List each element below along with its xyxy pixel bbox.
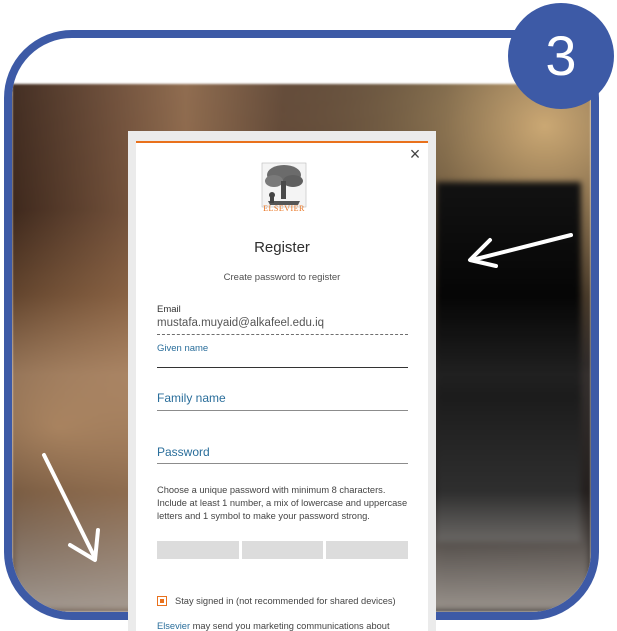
strength-segment bbox=[241, 541, 324, 559]
family-name-input[interactable] bbox=[157, 410, 408, 411]
stay-signed-in-option[interactable]: Stay signed in (not recommended for shar… bbox=[157, 596, 408, 606]
password-help-line: Include at least 1 number, a mix of lowe… bbox=[157, 498, 408, 508]
register-dialog: × ELSEVIER Register Create password to r… bbox=[128, 131, 436, 631]
given-name-input[interactable] bbox=[157, 367, 408, 368]
password-help-text: Choose a unique password with minimum 8 … bbox=[157, 484, 408, 523]
stay-signed-in-label: Stay signed in (not recommended for shar… bbox=[175, 596, 396, 606]
stay-signed-in-checkbox[interactable] bbox=[157, 596, 167, 606]
password-help-line: Choose a unique password with minimum 8 … bbox=[157, 485, 386, 495]
page-title: Register bbox=[254, 239, 310, 256]
background-monitor bbox=[436, 182, 581, 542]
close-icon[interactable]: × bbox=[406, 145, 424, 163]
password-input[interactable] bbox=[157, 463, 408, 464]
strength-segment bbox=[157, 541, 239, 559]
email-label: Email bbox=[157, 304, 181, 315]
given-name-label: Given name bbox=[157, 343, 209, 354]
family-name-label[interactable]: Family name bbox=[157, 391, 408, 405]
page-subtitle: Create password to register bbox=[223, 272, 341, 283]
strength-segment bbox=[326, 541, 409, 559]
password-strength-meter bbox=[157, 541, 409, 559]
password-label[interactable]: Password bbox=[157, 445, 408, 459]
email-field: mustafa.muyaid@alkafeel.edu.iq bbox=[157, 317, 408, 335]
register-dialog-panel: × ELSEVIER Register Create password to r… bbox=[136, 141, 428, 631]
step-number-badge: 3 bbox=[508, 3, 614, 109]
password-help-line: letters and 1 symbol to make your passwo… bbox=[157, 511, 370, 521]
brand-wordmark: ELSEVIER bbox=[263, 204, 305, 213]
